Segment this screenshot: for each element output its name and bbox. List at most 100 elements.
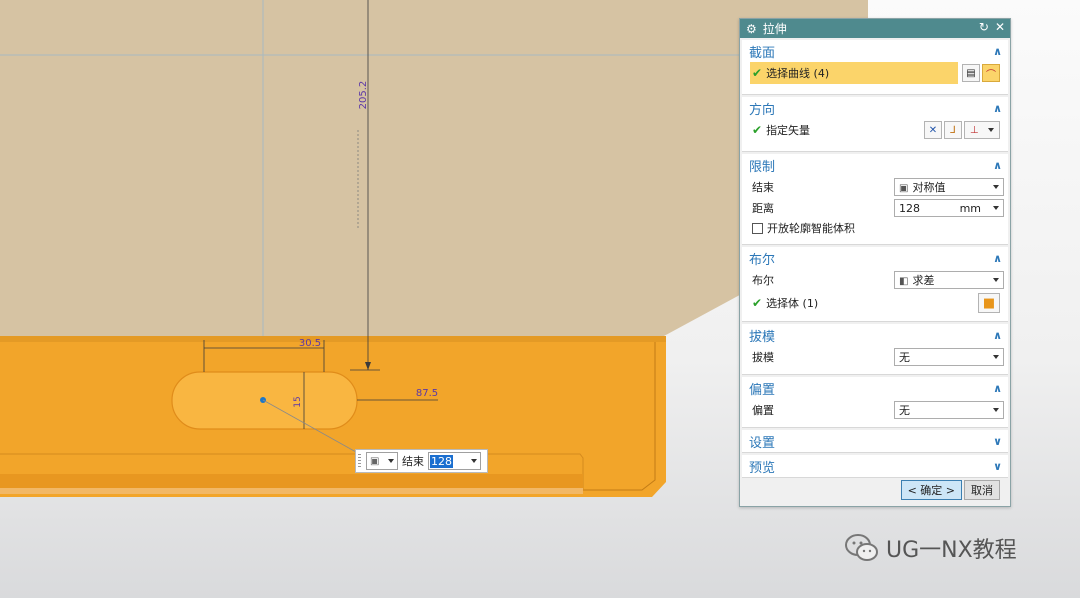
offset-label: 偏置: [752, 404, 774, 417]
axis-icon: ⊥: [969, 124, 979, 136]
lower-lip: [0, 474, 583, 488]
chevron-up-icon[interactable]: ∧: [993, 382, 1002, 395]
select-curve-row[interactable]: ✔ 选择曲线 (4): [750, 62, 958, 84]
offset-dropdown[interactable]: 无: [894, 401, 1004, 419]
chevron-down-icon[interactable]: ∨: [993, 435, 1002, 448]
offset-title: 偏置: [749, 382, 776, 398]
select-body-label: 选择体 (1): [766, 297, 819, 310]
chevron-down-icon: [993, 278, 999, 282]
dialog-footer: < 确定 > 取消: [900, 480, 1000, 500]
distance-label: 距离: [752, 201, 774, 215]
chevron-down-icon: [993, 408, 999, 412]
curve-icon[interactable]: ⌒: [982, 64, 1000, 82]
boolean-section: 布尔 ∧ 布尔 ◧ 求差 ✔ 选择体 (1) ■: [742, 247, 1008, 322]
reverse-direction-icon[interactable]: ✕: [924, 121, 942, 139]
chevron-down-icon: [988, 128, 995, 132]
chevron-up-icon[interactable]: ∧: [993, 102, 1002, 115]
chevron-down-icon: [993, 185, 999, 189]
settings-title: 设置: [749, 435, 776, 451]
check-icon: ✔: [752, 66, 763, 80]
dim-text-height[interactable]: 15: [293, 396, 303, 407]
chevron-down-icon: [993, 355, 999, 359]
direction-title: 方向: [749, 102, 776, 118]
limits-header[interactable]: 限制 ∧: [742, 154, 1008, 176]
open-profile-checkbox[interactable]: [752, 222, 763, 234]
specify-vector-row[interactable]: ✔ 指定矢量 ✕ ⅃ ⊥: [742, 119, 1008, 141]
preview-title: 预览: [749, 460, 776, 476]
dim-text-offset[interactable]: 87.5: [416, 388, 438, 399]
gear-icon[interactable]: ⚙: [746, 22, 757, 36]
draft-section: 拔模 ∧ 拔模 无: [742, 324, 1008, 375]
mini-end-input[interactable]: 128: [428, 452, 481, 470]
chevron-down-icon[interactable]: [471, 459, 477, 463]
cancel-button[interactable]: 取消: [964, 480, 1000, 500]
chevron-up-icon[interactable]: ∧: [993, 252, 1002, 265]
boolean-label: 布尔: [752, 274, 774, 287]
check-icon: ✔: [752, 123, 763, 137]
distance-unit: mm: [959, 201, 981, 215]
preview-header[interactable]: 预览 ∨: [742, 455, 1008, 477]
direction-section: 方向 ∧ ✔ 指定矢量 ✕ ⅃ ⊥: [742, 97, 1008, 152]
chevron-down-icon: [388, 459, 394, 463]
grip-handle[interactable]: [358, 454, 361, 469]
section-header[interactable]: 截面 ∧: [742, 40, 1008, 62]
chevron-up-icon[interactable]: ∧: [993, 159, 1002, 172]
open-profile-label: 开放轮廓智能体积: [767, 222, 855, 235]
upper-body: [0, 0, 868, 336]
distance-value[interactable]: 128: [899, 202, 920, 215]
ok-button[interactable]: < 确定 >: [900, 480, 962, 500]
chevron-down-icon[interactable]: ∨: [993, 460, 1002, 473]
lower-lip-shade: [0, 488, 583, 494]
boolean-header[interactable]: 布尔 ∧: [742, 247, 1008, 269]
settings-header[interactable]: 设置 ∨: [742, 430, 1008, 452]
section-title: 截面: [749, 45, 776, 61]
chevron-up-icon[interactable]: ∧: [993, 45, 1002, 58]
dim-text-vertical[interactable]: 205.2: [358, 81, 369, 110]
offset-value: 无: [899, 404, 910, 417]
section-section: 截面 ∧ ✔ 选择曲线 (4) ▤ ⌒: [742, 40, 1008, 95]
solid-body-icon[interactable]: ■: [978, 293, 1000, 313]
wechat-icon: [845, 534, 878, 561]
cube-icon: ▣: [899, 183, 909, 194]
dim-text-width[interactable]: 30.5: [299, 338, 321, 349]
watermark-text: UG一NX教程: [886, 538, 1017, 563]
direction-header[interactable]: 方向 ∧: [742, 97, 1008, 119]
check-icon: ✔: [752, 296, 763, 310]
draft-title: 拔模: [749, 329, 776, 345]
reset-icon[interactable]: ↻: [979, 20, 989, 34]
limit-type-dropdown[interactable]: ▣: [366, 452, 398, 470]
subtract-icon: ◧: [899, 276, 909, 287]
dialog-title: 拉伸: [762, 22, 787, 36]
floating-limit-toolbar: ▣ 结束 128: [355, 449, 488, 473]
draft-value: 无: [899, 351, 910, 364]
chevron-down-icon[interactable]: [993, 206, 999, 210]
vector-type-dropdown[interactable]: ⊥: [964, 121, 1000, 139]
draft-header[interactable]: 拔模 ∧: [742, 324, 1008, 346]
preview-section: 预览 ∨: [742, 455, 1008, 478]
offset-section: 偏置 ∧ 偏置 无: [742, 377, 1008, 428]
boolean-dropdown[interactable]: ◧ 求差: [894, 271, 1004, 289]
extrude-dialog: ⚙ 拉伸 ↻ ✕ 截面 ∧ ✔ 选择曲线 (4) ▤ ⌒ 方向 ∧ ✔ 指定矢量…: [739, 18, 1011, 507]
dialog-titlebar[interactable]: ⚙ 拉伸 ↻ ✕: [740, 19, 1010, 38]
lower-body-edge: [0, 336, 666, 342]
mini-end-value[interactable]: 128: [430, 454, 453, 468]
offset-header[interactable]: 偏置 ∧: [742, 377, 1008, 399]
select-curve-label: 选择曲线 (4): [766, 67, 830, 80]
specify-vector-label: 指定矢量: [766, 124, 811, 137]
watermark: UG一NX教程: [844, 532, 1017, 564]
mini-end-label: 结束: [402, 455, 424, 468]
limits-section: 限制 ∧ 结束 ▣ 对称值 距离 128 mm 开放轮廓智能体积: [742, 154, 1008, 245]
chevron-up-icon[interactable]: ∧: [993, 329, 1002, 342]
draft-label: 拔模: [752, 351, 774, 364]
sketch-section-icon[interactable]: ▤: [962, 64, 980, 82]
draft-dropdown[interactable]: 无: [894, 348, 1004, 366]
end-label: 结束: [752, 180, 774, 194]
end-value: 对称值: [912, 181, 946, 194]
boolean-value: 求差: [912, 274, 935, 287]
vector-dialog-icon[interactable]: ⅃: [944, 121, 962, 139]
settings-section: 设置 ∨: [742, 430, 1008, 453]
end-dropdown[interactable]: ▣ 对称值: [894, 178, 1004, 196]
close-icon[interactable]: ✕: [995, 20, 1005, 34]
cube-icon: ▣: [370, 455, 380, 467]
distance-input[interactable]: 128 mm: [894, 199, 1004, 217]
